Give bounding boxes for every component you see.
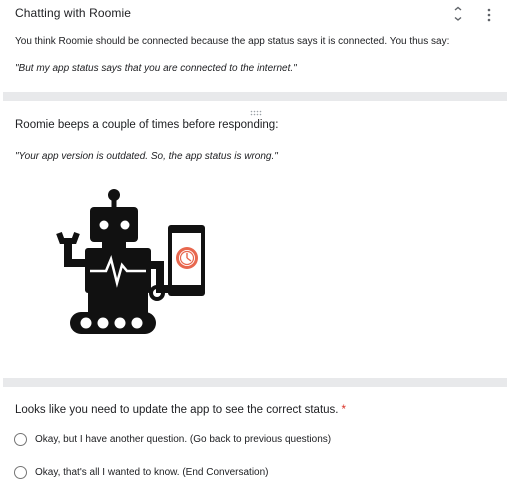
- collapse-button[interactable]: [452, 6, 464, 22]
- item-quote: "Your app version is outdated. So, the a…: [15, 151, 278, 162]
- section-divider: [3, 92, 507, 101]
- radio-button[interactable]: [14, 432, 27, 446]
- option-label: Okay, that's all I wanted to know. (End …: [35, 466, 269, 478]
- option-another-question[interactable]: Okay, but I have another question. (Go b…: [14, 431, 331, 447]
- section-header: Chatting with Roomie You think Roomie sh…: [0, 0, 509, 88]
- item-text: Roomie beeps a couple of times before re…: [15, 119, 279, 131]
- more-vert-icon: [487, 8, 491, 22]
- question-label: Looks like you need to update the app to…: [15, 404, 346, 416]
- collapse-icon: [454, 6, 462, 21]
- option-end-conversation[interactable]: Okay, that's all I wanted to know. (End …: [14, 464, 269, 480]
- robot-with-phone-icon: [56, 189, 205, 334]
- option-label: Okay, but I have another question. (Go b…: [35, 433, 332, 445]
- section-title: Chatting with Roomie: [15, 6, 132, 20]
- section-quote: "But my app status says that you are con…: [15, 63, 297, 74]
- drag-handle-icon: [250, 110, 262, 116]
- radio-button[interactable]: [14, 465, 27, 479]
- more-options-button[interactable]: [485, 8, 493, 22]
- question-text: Looks like you need to update the app to…: [15, 404, 339, 416]
- robot-image: [50, 185, 210, 340]
- section-description: You think Roomie should be connected bec…: [15, 36, 450, 47]
- section-divider: [3, 378, 507, 387]
- required-star: *: [341, 404, 346, 416]
- drag-handle[interactable]: [250, 103, 262, 116]
